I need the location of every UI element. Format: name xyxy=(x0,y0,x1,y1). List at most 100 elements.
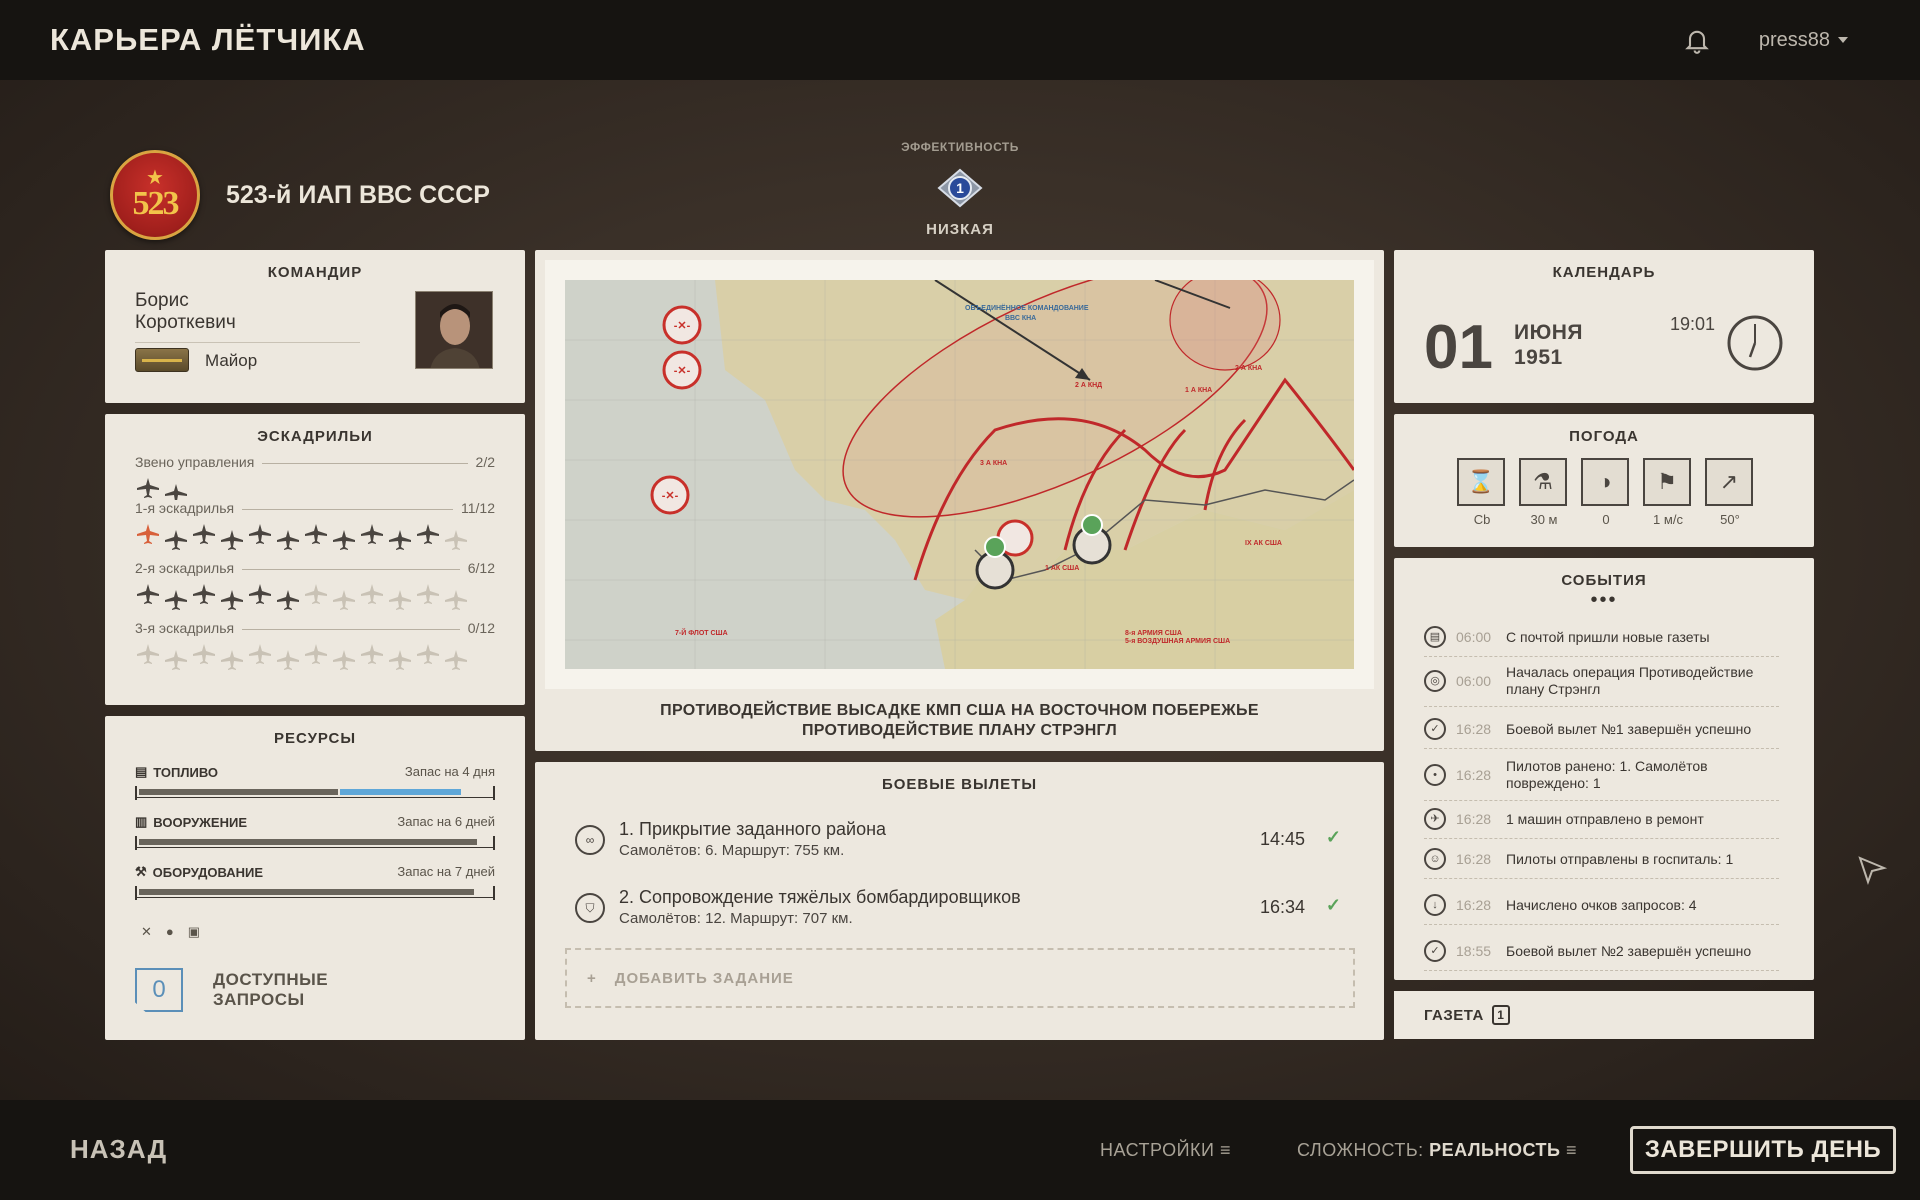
squadron-row[interactable]: 3-я эскадрилья 0/12 xyxy=(135,620,495,640)
plane-icon[interactable] xyxy=(135,522,161,546)
back-button[interactable]: НАЗАД xyxy=(70,1134,167,1165)
plane-icon[interactable] xyxy=(163,648,189,672)
wrench-icon[interactable]: ✕ xyxy=(141,924,152,940)
plane-icon[interactable] xyxy=(135,476,161,500)
squadron-count: 0/12 xyxy=(459,620,495,636)
cursor-icon xyxy=(1858,856,1888,886)
difficulty-button[interactable]: СЛОЖНОСТЬ: РЕАЛЬНОСТЬ ≡ xyxy=(1297,1140,1577,1161)
commander-portrait[interactable] xyxy=(415,291,493,369)
repair-icon: ✈ xyxy=(1424,808,1446,830)
plane-icon[interactable] xyxy=(247,642,273,666)
squadron-name: Звено управления xyxy=(135,454,263,470)
damage-icon: • xyxy=(1424,764,1446,786)
weather-panel: ПОГОДА ⌛ Cb ⚗ 30 м ◑ 0 ⚑ 1 м/с ↗ 50° xyxy=(1394,414,1814,547)
resource-bar-fill xyxy=(139,889,474,895)
squadron-row[interactable]: 1-я эскадрилья 11/12 xyxy=(135,500,495,520)
weather-item[interactable]: ◑ 0 xyxy=(1581,458,1631,527)
plane-icon[interactable] xyxy=(387,528,413,552)
squadron-row[interactable]: 2-я эскадрилья 6/12 xyxy=(135,560,495,580)
operation-title-line2: ПРОТИВОДЕЙСТВИЕ ПЛАНУ СТРЭНГЛ xyxy=(801,722,1118,739)
plane-icon[interactable] xyxy=(443,648,469,672)
plane-icon[interactable] xyxy=(415,522,441,546)
commander-first-name: Борис xyxy=(135,290,189,311)
newspaper-icon: ▤ xyxy=(1424,626,1446,648)
plane-icon[interactable] xyxy=(415,582,441,606)
fuel-icon: ▤ xyxy=(135,764,148,779)
sorties-panel: БОЕВЫЕ ВЫЛЕТЫ ∞ 1. Прикрытие заданного р… xyxy=(535,762,1384,1040)
plane-icon[interactable] xyxy=(247,522,273,546)
newspaper-label: ГАЗЕТА xyxy=(1424,1006,1484,1024)
plane-icon[interactable] xyxy=(275,528,301,552)
settings-button[interactable]: НАСТРОЙКИ ≡ xyxy=(1100,1140,1231,1161)
plane-icon[interactable] xyxy=(303,582,329,606)
plane-icon[interactable] xyxy=(387,648,413,672)
chevron-down-icon xyxy=(1838,37,1848,43)
commander-title: КОМАНДИР xyxy=(267,264,363,281)
finish-day-button[interactable]: ЗАВЕРШИТЬ ДЕНЬ xyxy=(1630,1126,1896,1174)
squadron-name: 3-я эскадрилья xyxy=(135,620,243,636)
weather-item[interactable]: ⚑ 1 м/с xyxy=(1643,458,1693,527)
resource-stock: Запас на 4 дня xyxy=(404,764,495,779)
plane-icon[interactable] xyxy=(415,642,441,666)
plane-icon[interactable] xyxy=(219,588,245,612)
weather-item[interactable]: ↗ 50° xyxy=(1705,458,1755,527)
cloud-type-icon: ⌛ xyxy=(1457,458,1505,506)
plane-icon[interactable] xyxy=(443,528,469,552)
newspaper-button[interactable]: ГАЗЕТА 1 xyxy=(1394,991,1814,1039)
more-dots-icon[interactable]: ••• xyxy=(1394,590,1814,610)
plane-icon[interactable] xyxy=(163,588,189,612)
plane-icon[interactable] xyxy=(219,648,245,672)
sortie-item[interactable]: ∞ 1. Прикрытие заданного района Самолёто… xyxy=(575,815,1345,865)
calendar-title: КАЛЕНДАРЬ xyxy=(1552,264,1656,281)
plane-icon[interactable] xyxy=(219,528,245,552)
plane-icon[interactable] xyxy=(163,528,189,552)
svg-text:-✕-: -✕- xyxy=(662,490,679,502)
unit-emblem: ★ 523 xyxy=(110,150,200,240)
difficulty-label: СЛОЖНОСТЬ: xyxy=(1297,1140,1424,1160)
plane-icon[interactable] xyxy=(191,642,217,666)
commander-panel[interactable]: КОМАНДИР Борис Короткевич Майор xyxy=(105,250,525,403)
squadron-row[interactable]: Звено управления 2/2 xyxy=(135,454,495,474)
user-menu[interactable]: press88 xyxy=(1759,29,1848,52)
bell-icon[interactable] xyxy=(1683,26,1711,54)
difficulty-value: РЕАЛЬНОСТЬ xyxy=(1429,1140,1561,1160)
resource-name: ОБОРУДОВАНИЕ xyxy=(152,864,264,880)
add-task-button[interactable]: + ДОБАВИТЬ ЗАДАНИЕ xyxy=(565,948,1355,1008)
plane-icon[interactable] xyxy=(331,648,357,672)
plane-icon[interactable] xyxy=(303,642,329,666)
plane-icon[interactable] xyxy=(359,642,385,666)
plane-icon[interactable] xyxy=(135,582,161,606)
plane-icon[interactable] xyxy=(331,588,357,612)
plane-icon[interactable] xyxy=(191,522,217,546)
plane-icon[interactable] xyxy=(303,522,329,546)
squadron-count: 11/12 xyxy=(453,500,495,516)
calendar-month-year: ИЮНЯ 1951 xyxy=(1514,320,1583,370)
event-item: ✈ 16:28 1 машин отправлено в ремонт xyxy=(1424,808,1779,839)
squadron-planes xyxy=(135,642,495,672)
resource-item: ▥ ВООРУЖЕНИЕ Запас на 6 дней xyxy=(135,814,495,850)
plane-icon[interactable] xyxy=(359,522,385,546)
plane-icon[interactable] xyxy=(331,528,357,552)
squadron-planes xyxy=(135,522,495,552)
plane-icon[interactable] xyxy=(387,588,413,612)
plane-icon[interactable] xyxy=(191,582,217,606)
ammo-icon: ▥ xyxy=(135,814,148,829)
plane-icon[interactable] xyxy=(359,582,385,606)
efficiency-label: ЭФФЕКТИВНОСТЬ xyxy=(901,140,1019,154)
plane-icon[interactable] xyxy=(247,582,273,606)
plane-icon[interactable] xyxy=(275,648,301,672)
sortie-item[interactable]: ⛉ 2. Сопровождение тяжёлых бомбардировщи… xyxy=(575,883,1345,933)
plane-icon[interactable] xyxy=(275,588,301,612)
requests-count: 0 xyxy=(135,968,183,1012)
squadron-count: 6/12 xyxy=(459,560,495,576)
plane-icon[interactable] xyxy=(443,588,469,612)
cloud-height-icon: ⚗ xyxy=(1519,458,1567,506)
weather-item[interactable]: ⚗ 30 м xyxy=(1519,458,1569,527)
events-panel[interactable]: СОБЫТИЯ ••• ▤ 06:00 С почтой пришли новые … xyxy=(1394,558,1814,980)
plane-icon[interactable] xyxy=(135,642,161,666)
fuel-can-icon[interactable]: ▣ xyxy=(188,924,200,940)
operation-map[interactable]: -✕- -✕- -✕- ОБЪЕДИНЁННОЕ КОМАНДОВАНИЕ ВВС … xyxy=(565,262,1356,669)
weather-item[interactable]: ⌛ Cb xyxy=(1457,458,1507,527)
event-time: 16:28 xyxy=(1456,851,1492,867)
pilot-icon[interactable]: ● xyxy=(166,924,174,940)
